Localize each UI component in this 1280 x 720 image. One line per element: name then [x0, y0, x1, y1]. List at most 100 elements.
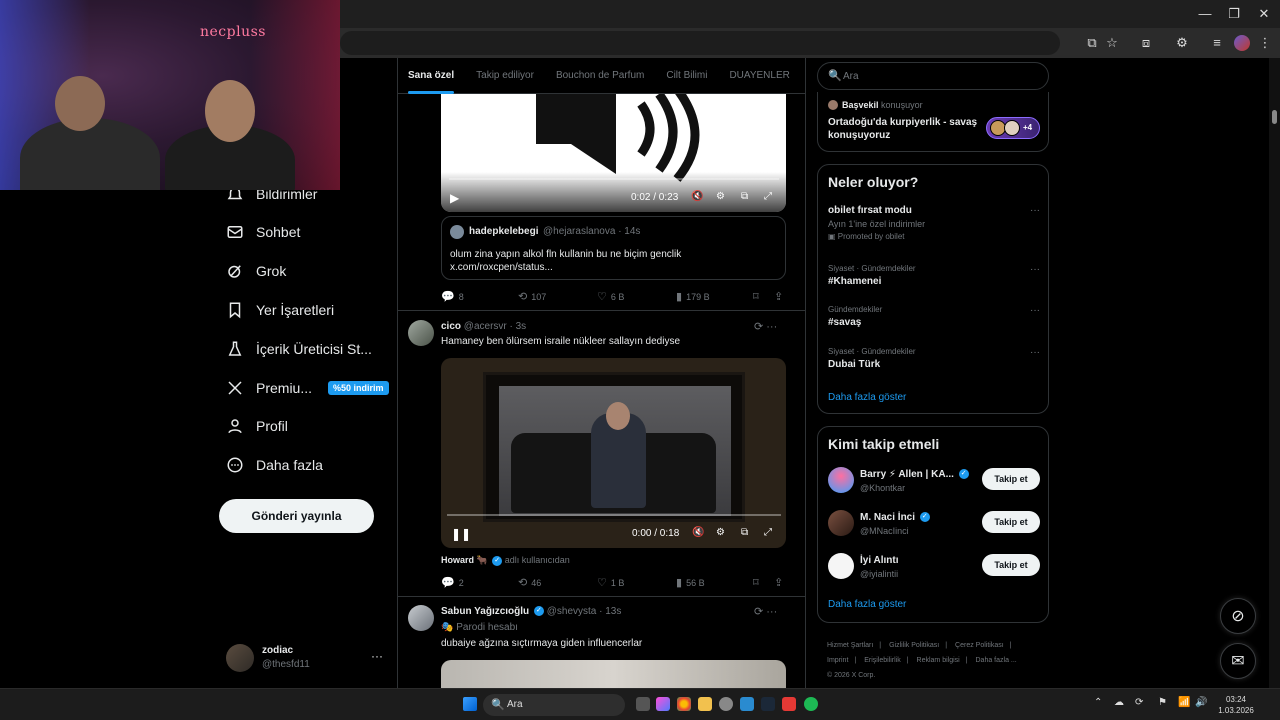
- settings-icon[interactable]: ⚙: [716, 527, 725, 538]
- mute-icon[interactable]: 🔇: [691, 191, 703, 202]
- profile-avatar[interactable]: [1234, 35, 1250, 51]
- trend-item[interactable]: Siyaset · Gündemdekiler #Khamenei ···: [828, 264, 1040, 287]
- account-more-icon[interactable]: ···: [371, 649, 383, 663]
- fullscreen-icon[interactable]: ⤢: [764, 527, 772, 538]
- follow-suggestion[interactable]: Barry ⚡ Allen | KA... ✓ @Khontkar Takip …: [828, 467, 1040, 497]
- follow-button[interactable]: Takip et: [982, 554, 1040, 576]
- repost-button[interactable]: ⟲ 46: [518, 576, 541, 589]
- tab-list-duayenler[interactable]: DUAYENLER: [719, 58, 789, 93]
- extensions-icon[interactable]: ⧈: [1136, 33, 1156, 53]
- share-button[interactable]: ⇪: [774, 290, 783, 303]
- follow-suggestion[interactable]: M. Naci İnci ✓ @MNacIinci Takip et: [828, 510, 1040, 540]
- footer-link[interactable]: Erişilebilirlik: [864, 657, 901, 664]
- quoted-post[interactable]: hadepkelebegi @hejaraslanova · 14s olum …: [441, 216, 786, 280]
- nav-grok[interactable]: Grok: [226, 254, 286, 288]
- tray-app-icon[interactable]: ☁: [1114, 697, 1124, 708]
- task-view-icon[interactable]: [636, 697, 650, 711]
- avatar[interactable]: [408, 320, 434, 346]
- like-button[interactable]: ♡ 6 B: [597, 290, 624, 303]
- nav-chat[interactable]: Sohbet: [226, 215, 300, 249]
- reading-list-icon[interactable]: ≡: [1207, 33, 1227, 53]
- file-explorer-icon[interactable]: [698, 697, 712, 711]
- video-progress[interactable]: [447, 514, 781, 516]
- who-show-more-link[interactable]: Daha fazla göster: [828, 599, 906, 610]
- copilot-icon[interactable]: [656, 697, 670, 711]
- nav-bookmarks[interactable]: Yer İşaretleri: [226, 293, 334, 327]
- footer-link[interactable]: Reklam bilgisi: [917, 657, 960, 664]
- post-author-name[interactable]: cico: [441, 321, 461, 332]
- account-switcher[interactable]: zodiac @thesfd11 ···: [226, 641, 386, 677]
- settings-icon[interactable]: ⚙: [716, 191, 725, 202]
- install-app-icon[interactable]: ⧉: [1082, 33, 1102, 53]
- nav-more[interactable]: Daha fazla: [226, 448, 323, 482]
- live-space-card[interactable]: Başvekil konuşuyor Ortadoğu'da kurpiyerl…: [817, 92, 1049, 152]
- fullscreen-icon[interactable]: ⤢: [764, 191, 772, 202]
- follow-button[interactable]: Takip et: [982, 511, 1040, 533]
- extension-icon[interactable]: ⚙: [1172, 33, 1192, 53]
- footer-link[interactable]: Hizmet Şartları: [827, 642, 873, 649]
- nav-creator-studio[interactable]: İçerik Üreticisi St...: [226, 332, 372, 366]
- messages-fab-icon[interactable]: ✉: [1220, 643, 1256, 679]
- nav-profile[interactable]: Profil: [226, 409, 288, 443]
- footer-link[interactable]: Daha fazla ...: [976, 657, 1017, 664]
- steam-icon[interactable]: [761, 697, 775, 711]
- tab-for-you[interactable]: Sana özel: [398, 58, 455, 94]
- trend-more-icon[interactable]: ···: [1030, 305, 1040, 316]
- share-button[interactable]: ⇪: [774, 576, 783, 589]
- nav-premium[interactable]: Premiu... %50 indirim: [226, 371, 389, 405]
- like-button[interactable]: ♡ 1 B: [597, 576, 624, 589]
- reply-button[interactable]: 💬 2: [441, 576, 464, 589]
- taskbar-search-input[interactable]: 🔍 Ara: [483, 694, 625, 716]
- avatar[interactable]: [408, 605, 434, 631]
- wifi-icon[interactable]: 📶: [1178, 697, 1190, 708]
- close-button[interactable]: ✕: [1249, 4, 1279, 24]
- trend-more-icon[interactable]: ···: [1030, 347, 1040, 358]
- minimize-button[interactable]: —: [1190, 4, 1220, 24]
- bookmark-star-icon[interactable]: ☆: [1102, 33, 1122, 53]
- trend-more-icon[interactable]: ···: [1030, 264, 1040, 275]
- post-image[interactable]: [441, 660, 786, 688]
- scrollbar-thumb[interactable]: [1272, 110, 1277, 124]
- maximize-button[interactable]: ❐: [1219, 4, 1249, 24]
- trend-more-icon[interactable]: ···: [1030, 205, 1040, 216]
- reply-button[interactable]: 💬 8: [441, 290, 464, 303]
- app-icon[interactable]: [719, 697, 733, 711]
- bookmark-button[interactable]: ⌑: [753, 576, 759, 589]
- chrome-icon[interactable]: [677, 697, 691, 711]
- footer-link[interactable]: Çerez Politikası: [955, 642, 1004, 649]
- menu-kebab-icon[interactable]: ⋮: [1255, 33, 1275, 53]
- footer-link[interactable]: Gizlilik Politikası: [889, 642, 939, 649]
- pip-icon[interactable]: ⧉: [741, 191, 748, 202]
- pause-icon[interactable]: ❚❚: [451, 527, 471, 541]
- grok-explain-icon[interactable]: ⟳ ···: [754, 320, 777, 333]
- trends-show-more-link[interactable]: Daha fazla göster: [828, 392, 906, 403]
- footer-link[interactable]: Imprint: [827, 657, 848, 664]
- pip-icon[interactable]: ⧉: [741, 527, 748, 538]
- tray-chevron-icon[interactable]: ⌃: [1094, 697, 1102, 708]
- search-input[interactable]: 🔍 Ara: [817, 62, 1049, 90]
- play-icon[interactable]: ▶: [450, 191, 459, 205]
- taskbar-clock[interactable]: 03:24 1.03.2026: [1212, 694, 1260, 716]
- post-author-name[interactable]: Sabun Yağızcıoğlu: [441, 606, 529, 617]
- tray-app-icon[interactable]: ⚑: [1158, 697, 1167, 708]
- quote-link[interactable]: x.com/roxcpen/status...: [450, 261, 780, 274]
- app-icon[interactable]: [782, 697, 796, 711]
- trend-item[interactable]: Gündemdekiler #savaş ···: [828, 305, 1040, 328]
- video-progress[interactable]: [449, 178, 779, 180]
- tab-list-cilt[interactable]: Cilt Bilimi: [656, 58, 707, 93]
- volume-icon[interactable]: 🔊: [1195, 697, 1207, 708]
- video-player[interactable]: ▶ 0:02 / 0:23 🔇 ⚙ ⧉ ⤢: [441, 94, 786, 212]
- trend-item[interactable]: obilet fırsat modu Ayın 1'ine özel indir…: [828, 205, 1040, 241]
- grok-fab-icon[interactable]: ⊘: [1220, 598, 1256, 634]
- start-icon[interactable]: [463, 697, 477, 711]
- scrollbar[interactable]: [1269, 58, 1280, 688]
- video-source[interactable]: Howard 🐂 ✓ adlı kullanıcıdan: [441, 555, 570, 566]
- bookmark-button[interactable]: ⌑: [753, 290, 759, 303]
- follow-button[interactable]: Takip et: [982, 468, 1040, 490]
- trend-item[interactable]: Siyaset · Gündemdekiler Dubai Türk ···: [828, 347, 1040, 370]
- tray-app-icon[interactable]: ⟳: [1135, 697, 1143, 708]
- app-icon[interactable]: [740, 697, 754, 711]
- tab-following[interactable]: Takip ediliyor: [466, 58, 534, 93]
- follow-suggestion[interactable]: İyi Alıntı @iyialintii Takip et: [828, 553, 1040, 583]
- address-bar[interactable]: [340, 31, 1060, 55]
